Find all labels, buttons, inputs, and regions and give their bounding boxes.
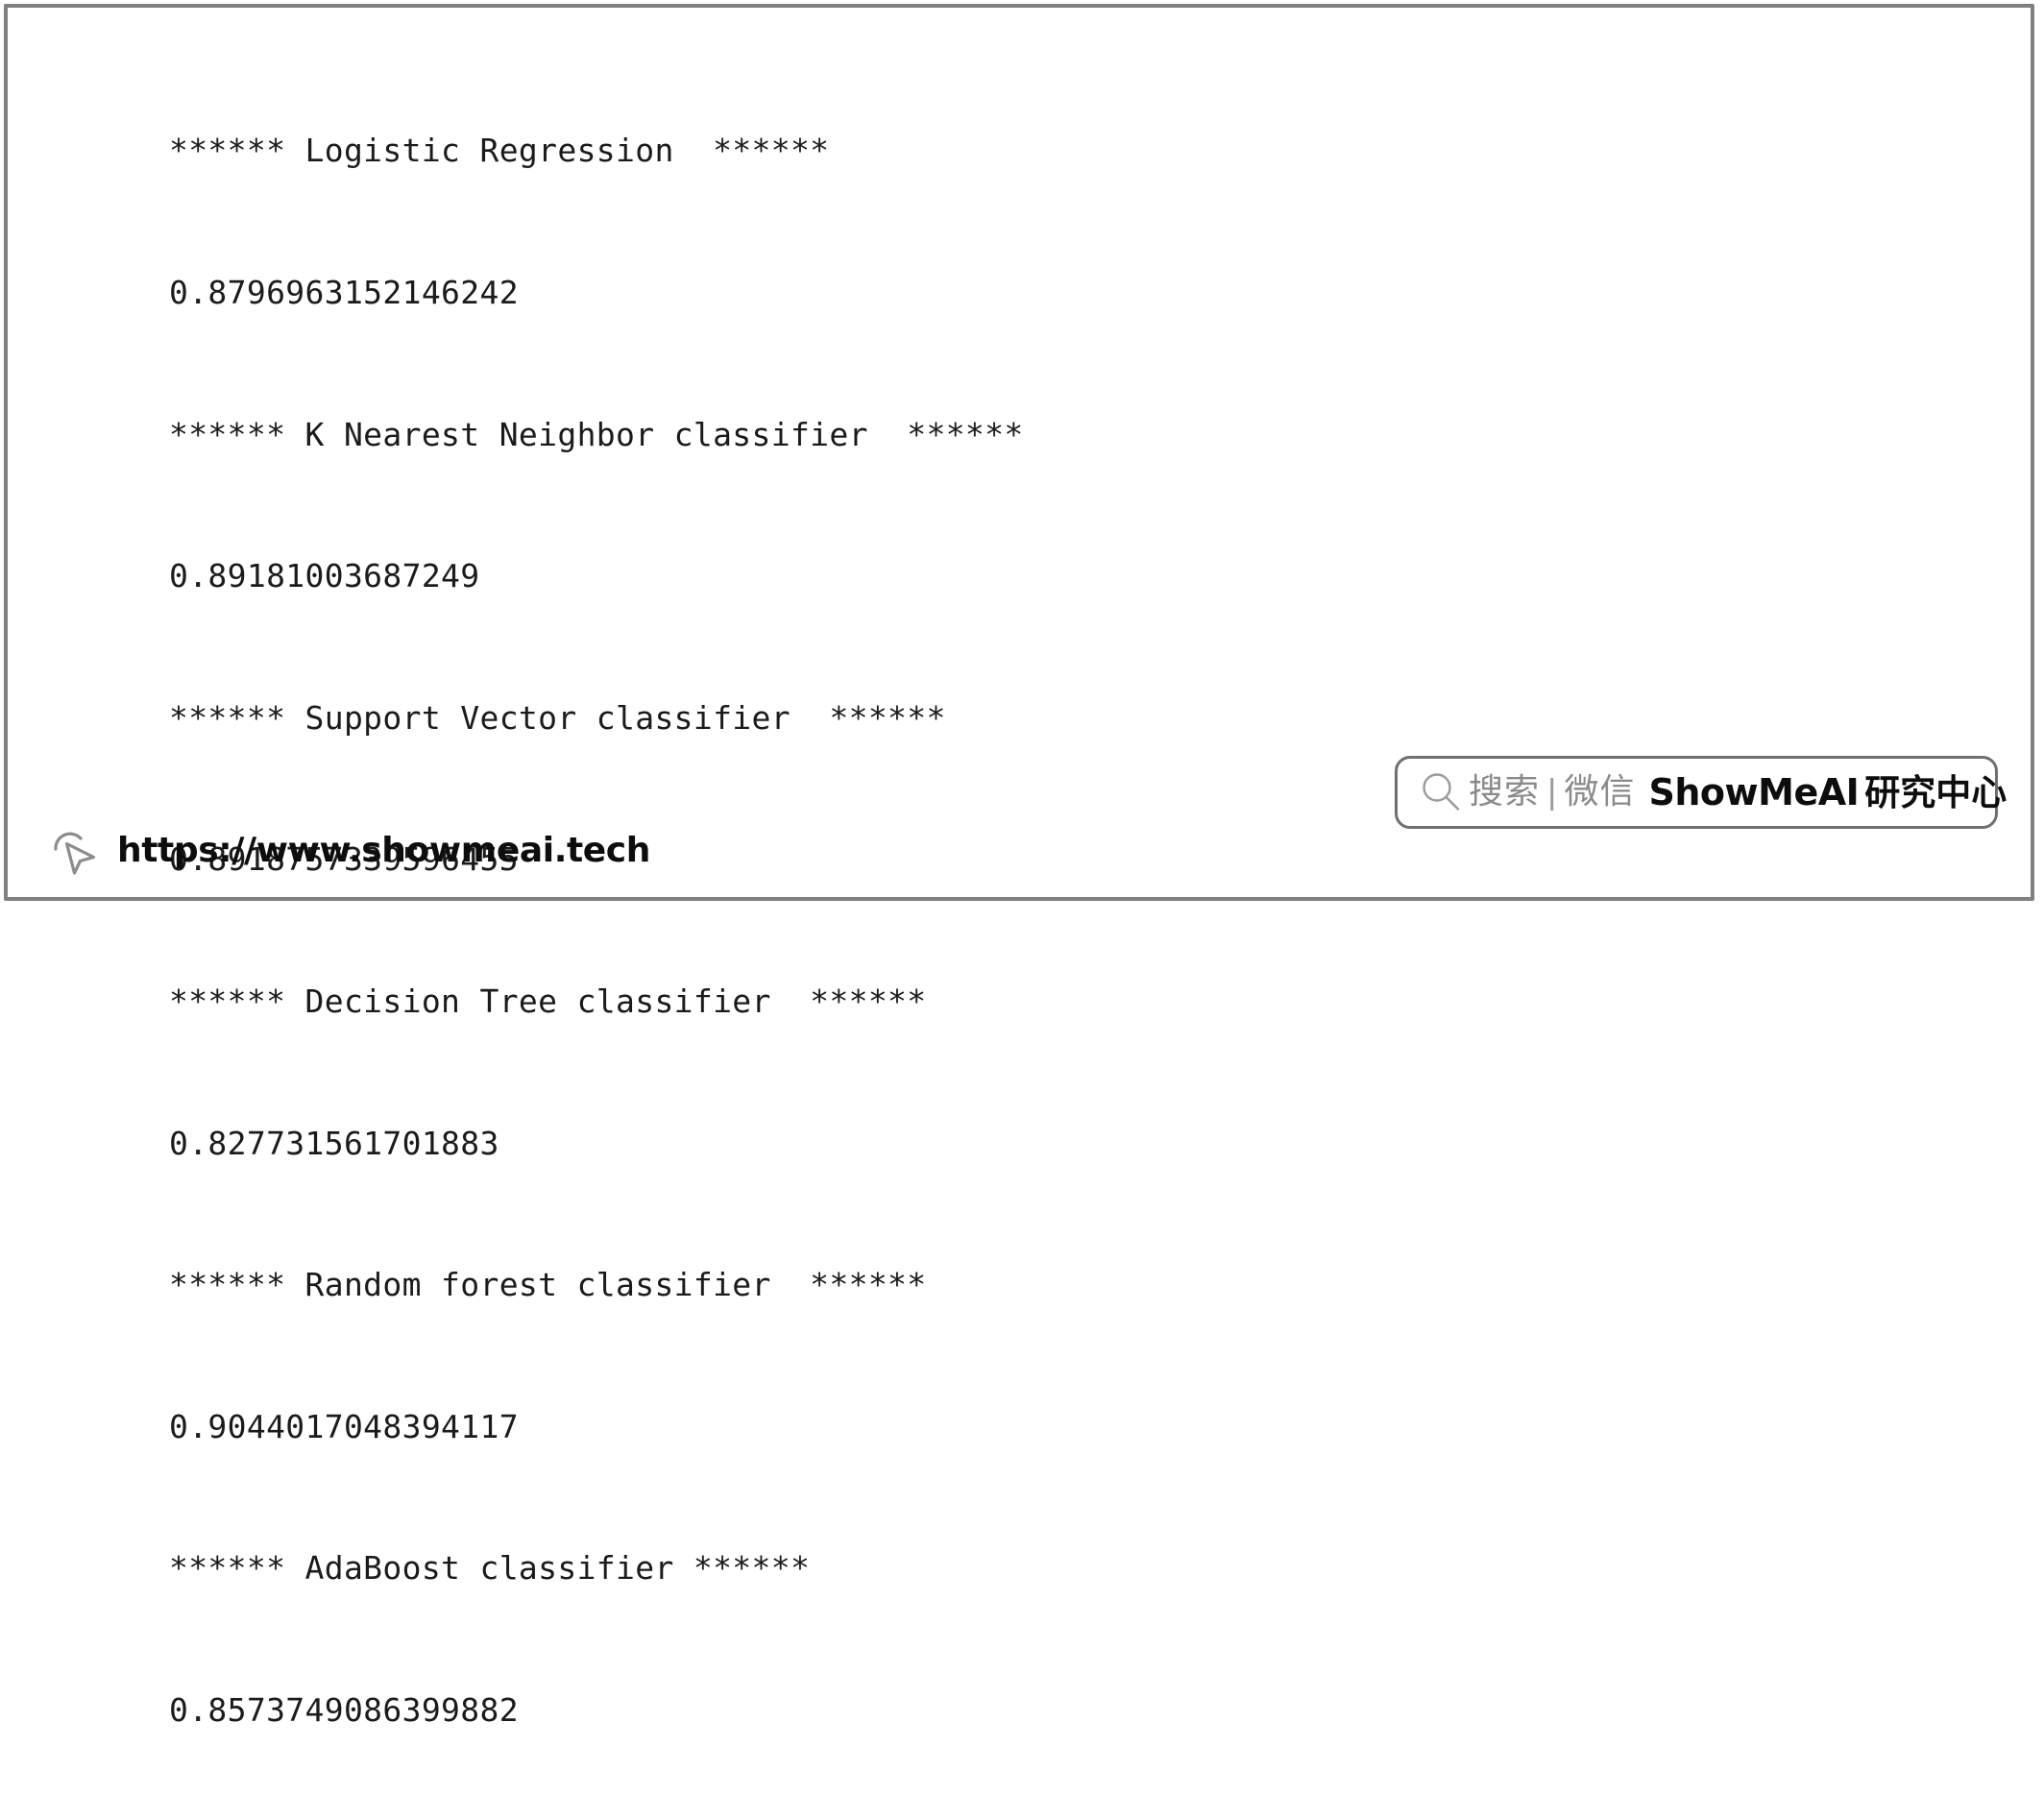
watermark-channel-label: 微信 — [1564, 772, 1636, 812]
watermark-badge: 搜索 | 微信 ShowMeAI 研究中心 — [1395, 756, 2007, 829]
console-line-score-knn: 0.89181003687249 — [169, 557, 480, 595]
console-line-score-decision-tree: 0.827731561701883 — [169, 1124, 499, 1162]
console-line-header-logistic-regression: ****** Logistic Regression ****** — [169, 132, 830, 170]
console-line-score-logistic-regression: 0.8796963152146242 — [169, 274, 519, 311]
console-output-panel: ****** Logistic Regression ****** 0.8796… — [4, 4, 2034, 1729]
site-credit: https://www.showmeai.tech — [48, 824, 650, 878]
site-url-text: https://www.showmeai.tech — [117, 831, 650, 870]
console-line-header-adaboost: ****** AdaBoost classifier ****** — [169, 1549, 811, 1588]
watermark-search-label: 搜索 — [1469, 772, 1541, 812]
console-line-score-random-forest: 0.9044017048394117 — [169, 1407, 519, 1445]
console-line-header-decision-tree: ****** Decision Tree classifier ****** — [169, 982, 927, 1020]
cursor-pointer-icon — [54, 832, 96, 875]
console-output-text: ****** Logistic Regression ****** 0.8796… — [169, 33, 1024, 1819]
search-icon — [1423, 773, 1460, 811]
console-line-score-adaboost: 0.8573749086399882 — [169, 1690, 519, 1729]
console-line-header-knn: ****** K Nearest Neighbor classifier ***… — [169, 415, 1024, 453]
console-line-header-svc: ****** Support Vector classifier ****** — [169, 698, 946, 737]
screenshot-frame: ****** Logistic Regression ****** 0.8796… — [0, 0, 2044, 1729]
watermark-separator: | — [1546, 773, 1558, 812]
console-line-header-random-forest: ****** Random forest classifier ****** — [169, 1266, 927, 1304]
watermark-brand-suffix: 研究中心 — [1864, 771, 2008, 813]
watermark-brand-name: ShowMeAI — [1648, 771, 1860, 813]
